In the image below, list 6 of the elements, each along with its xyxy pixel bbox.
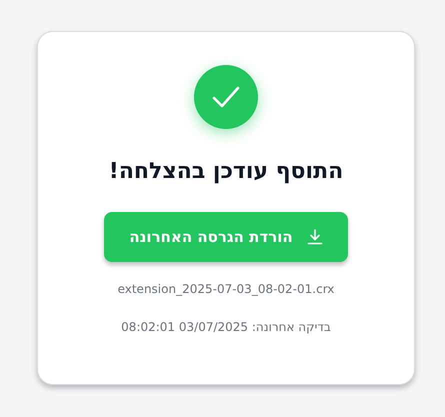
checkmark-icon	[194, 65, 258, 129]
success-title: התוסף עודכן בהצלחה!	[108, 158, 344, 186]
download-button[interactable]: הורדת הגרסה האחרונה	[104, 212, 348, 262]
file-name: extension_2025-07-03_08-02-01.crx	[118, 282, 334, 296]
download-icon	[306, 229, 323, 245]
last-check-text: בדיקה אחרונה: 03/07/2025 08:02:01	[121, 320, 331, 334]
